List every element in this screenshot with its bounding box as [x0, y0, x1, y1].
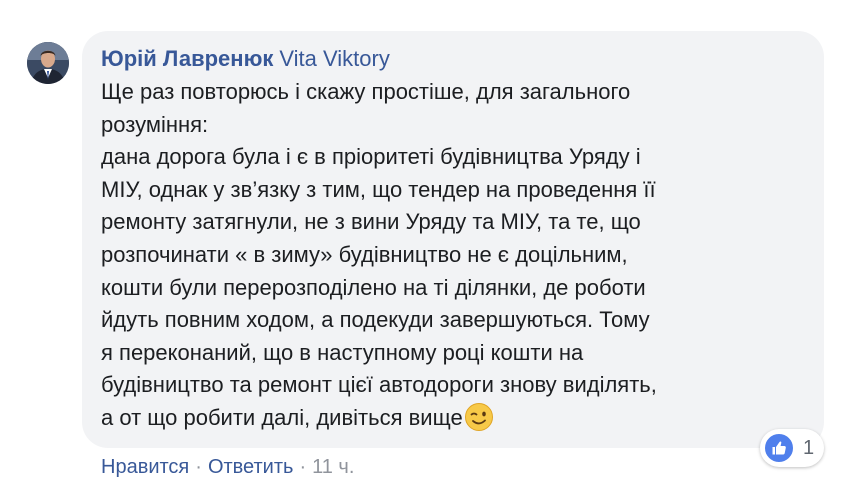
reaction-count: 1 — [803, 436, 815, 459]
like-icon — [763, 432, 795, 464]
like-button[interactable]: Нравится — [101, 456, 189, 478]
comment-line-text: а от що робити далі, дивіться вище — [101, 404, 463, 430]
comment-header: Юрій Лавренюк Vita Viktory — [101, 44, 804, 74]
separator-dot: · — [299, 456, 307, 478]
comment-line: розуміння: — [101, 111, 209, 137]
comment-line: МІУ, однак у зв’язку з тим, що тендер на… — [101, 176, 656, 202]
comment-line: розпочинати « в зиму» будівництво не є д… — [101, 241, 628, 267]
comment-container: Юрій Лавренюк Vita Viktory Ще раз повторю… — [0, 0, 856, 502]
avatar-image — [27, 42, 69, 84]
comment-line-last: а от що робити далі, дивіться вище — [101, 402, 804, 442]
comment-line: йдуть повним ходом, а подекуди завершуют… — [101, 307, 650, 333]
reply-button[interactable]: Ответить — [208, 456, 294, 478]
mentioned-user[interactable]: Vita Viktory — [279, 46, 389, 71]
comment-actions: Нравится · Ответить · 11 ч. — [101, 453, 354, 481]
avatar[interactable] — [27, 42, 69, 84]
comment-bubble: Юрій Лавренюк Vita Viktory Ще раз повторю… — [82, 31, 824, 448]
comment-line: Ще раз повторюсь і скажу простіше, для з… — [101, 79, 631, 104]
comment-line: будівництво та ремонт цієї автодороги зн… — [101, 372, 657, 398]
winking-face-emoji — [464, 402, 494, 442]
author-name[interactable]: Юрій Лавренюк — [101, 46, 273, 71]
comment-line: я переконаний, що в наступному році кошт… — [101, 339, 584, 365]
comment-line: кошти були перерозподілено на ті ділянки… — [101, 274, 646, 300]
reaction-summary[interactable]: 1 — [760, 429, 825, 467]
comment-line: дана дорога була і є в пріоритеті будівн… — [101, 144, 641, 170]
comment-text: Ще раз повторюсь і скажу простіше, для з… — [101, 76, 804, 442]
timestamp[interactable]: 11 ч. — [312, 456, 354, 478]
comment-line: ремонту затягнули, не з вини Уряду та МІ… — [101, 209, 641, 235]
separator-dot: · — [195, 456, 202, 478]
